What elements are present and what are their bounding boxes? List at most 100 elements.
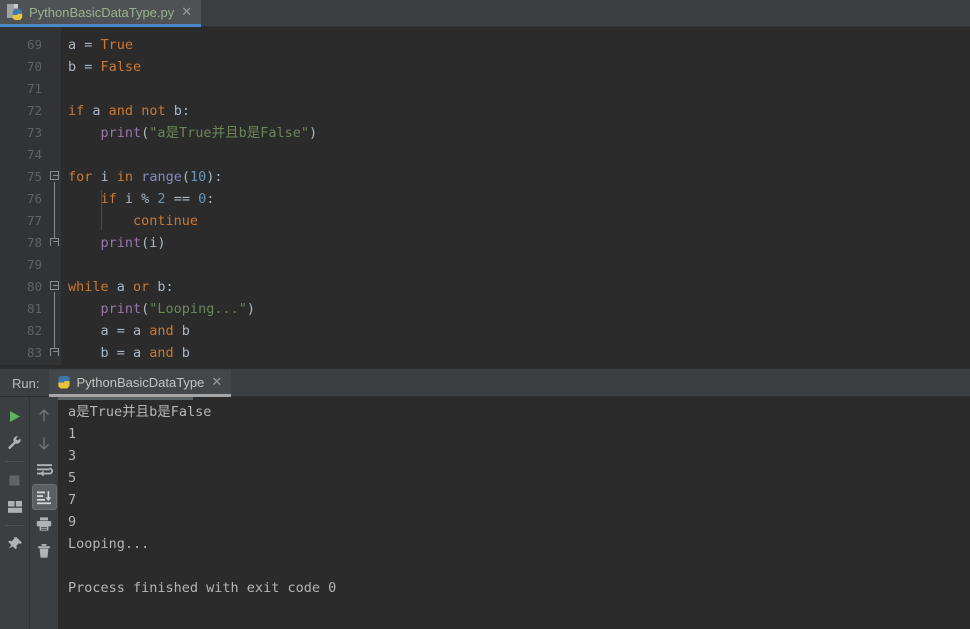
code-token: True xyxy=(101,37,134,53)
line-number: 72 xyxy=(0,100,48,122)
clear-all-button[interactable] xyxy=(32,538,57,564)
code-token: a xyxy=(84,103,108,119)
edit-configuration-button[interactable] xyxy=(2,430,27,456)
console-line: 7 xyxy=(68,489,970,511)
line-number: 81 xyxy=(0,298,48,320)
code-line[interactable]: print(i) xyxy=(61,232,970,254)
code-line[interactable]: a = True xyxy=(61,34,970,56)
code-line[interactable] xyxy=(61,144,970,166)
code-token: print xyxy=(101,125,142,141)
code-token: b = a xyxy=(68,345,149,361)
printer-icon xyxy=(36,516,52,532)
code-line[interactable] xyxy=(61,78,970,100)
code-token: 10 xyxy=(190,169,206,185)
code-token: (i) xyxy=(141,235,165,251)
code-token: and xyxy=(109,103,133,119)
code-token: for xyxy=(68,169,92,185)
code-line[interactable]: if a and not b: xyxy=(61,100,970,122)
code-line[interactable]: continue xyxy=(61,210,970,232)
code-token: while xyxy=(68,279,109,295)
code-line[interactable]: a = a and b xyxy=(61,320,970,342)
line-number: 75 xyxy=(0,166,48,188)
code-token: if xyxy=(101,191,117,207)
code-token: a = a xyxy=(68,323,149,339)
console-line: 5 xyxy=(68,467,970,489)
console-scroll-indicator xyxy=(58,397,193,400)
code-text-area[interactable]: a = Trueb = False if a and not b: print(… xyxy=(61,27,970,368)
code-token: "Looping..." xyxy=(149,301,247,317)
console-line xyxy=(68,555,970,577)
run-tool-window-header: Run: PythonBasicDataType ✕ xyxy=(0,370,970,397)
python-icon xyxy=(57,376,70,389)
code-token: range xyxy=(141,169,182,185)
code-token: "a是True并且b是False" xyxy=(149,125,309,141)
fold-collapse-icon[interactable] xyxy=(50,171,60,182)
code-token: b xyxy=(68,59,84,75)
code-token: 0 xyxy=(198,191,206,207)
code-token: == xyxy=(166,191,199,207)
up-the-stack-trace-button[interactable] xyxy=(32,403,57,429)
scroll-to-end-button[interactable] xyxy=(32,484,57,510)
line-number: 71 xyxy=(0,78,48,100)
code-token: = xyxy=(84,59,100,75)
code-token: ) xyxy=(247,301,255,317)
editor-tab-label: PythonBasicDataType.py xyxy=(29,5,174,20)
fold-region-end-icon[interactable] xyxy=(50,237,60,248)
line-number: 77 xyxy=(0,210,48,232)
code-line[interactable]: b = False xyxy=(61,56,970,78)
editor-horizontal-scrollbar[interactable] xyxy=(0,365,970,368)
code-token: ( xyxy=(182,169,190,185)
line-number: 80 xyxy=(0,276,48,298)
restore-layout-button[interactable] xyxy=(2,494,27,520)
stop-square-icon xyxy=(7,473,22,488)
code-line[interactable]: b = a and b xyxy=(61,342,970,364)
code-token: print xyxy=(101,301,142,317)
code-line[interactable]: for i in range(10): xyxy=(61,166,970,188)
editor-tab-bar: PythonBasicDataType.py ✕ xyxy=(0,0,970,27)
editor-tab-pythonbasicdatatype[interactable]: PythonBasicDataType.py ✕ xyxy=(0,0,201,27)
run-tab-pythonbasicdatatype[interactable]: PythonBasicDataType ✕ xyxy=(49,370,231,397)
toolbar-divider xyxy=(5,461,24,462)
pin-tab-button[interactable] xyxy=(2,531,27,557)
line-number-gutter: 697071727374757677787980818283 xyxy=(0,27,48,368)
code-token: i xyxy=(92,169,116,185)
close-icon[interactable]: ✕ xyxy=(210,375,223,390)
close-icon[interactable]: ✕ xyxy=(180,5,193,20)
fold-region-end-icon[interactable] xyxy=(50,347,60,358)
trash-icon xyxy=(36,543,52,559)
print-button[interactable] xyxy=(32,511,57,537)
code-editor[interactable]: 697071727374757677787980818283 a = Trueb… xyxy=(0,27,970,368)
code-token xyxy=(68,301,101,317)
code-token xyxy=(68,191,101,207)
line-number: 78 xyxy=(0,232,48,254)
line-number: 69 xyxy=(0,34,48,56)
code-line[interactable]: if i % 2 == 0: xyxy=(61,188,970,210)
code-token: in xyxy=(117,169,133,185)
rerun-button[interactable] xyxy=(2,403,27,429)
console-line: a是True并且b是False xyxy=(68,401,970,423)
soft-wrap-button[interactable] xyxy=(32,457,57,483)
line-number: 74 xyxy=(0,144,48,166)
run-tab-label: PythonBasicDataType xyxy=(76,375,204,390)
code-line[interactable]: while a or b: xyxy=(61,276,970,298)
green-play-triangle-icon xyxy=(7,409,22,424)
code-line[interactable]: print("Looping...") xyxy=(61,298,970,320)
run-console-area: a是True并且b是False13579Looping... Process f… xyxy=(0,397,970,629)
code-token: 2 xyxy=(157,191,165,207)
down-the-stack-trace-button[interactable] xyxy=(32,430,57,456)
line-number: 73 xyxy=(0,122,48,144)
console-output[interactable]: a是True并且b是False13579Looping... Process f… xyxy=(58,397,970,629)
stop-button[interactable] xyxy=(2,467,27,493)
code-line[interactable] xyxy=(61,254,970,276)
line-number: 70 xyxy=(0,56,48,78)
fold-region-stem xyxy=(54,182,55,238)
code-folding-gutter[interactable] xyxy=(48,27,61,368)
console-line: 1 xyxy=(68,423,970,445)
fold-collapse-icon[interactable] xyxy=(50,281,60,292)
code-token: continue xyxy=(133,213,198,229)
code-token xyxy=(133,169,141,185)
scroll-to-end-icon xyxy=(36,490,52,505)
code-token: and xyxy=(149,345,173,361)
code-token: False xyxy=(101,59,142,75)
code-line[interactable]: print("a是True并且b是False") xyxy=(61,122,970,144)
